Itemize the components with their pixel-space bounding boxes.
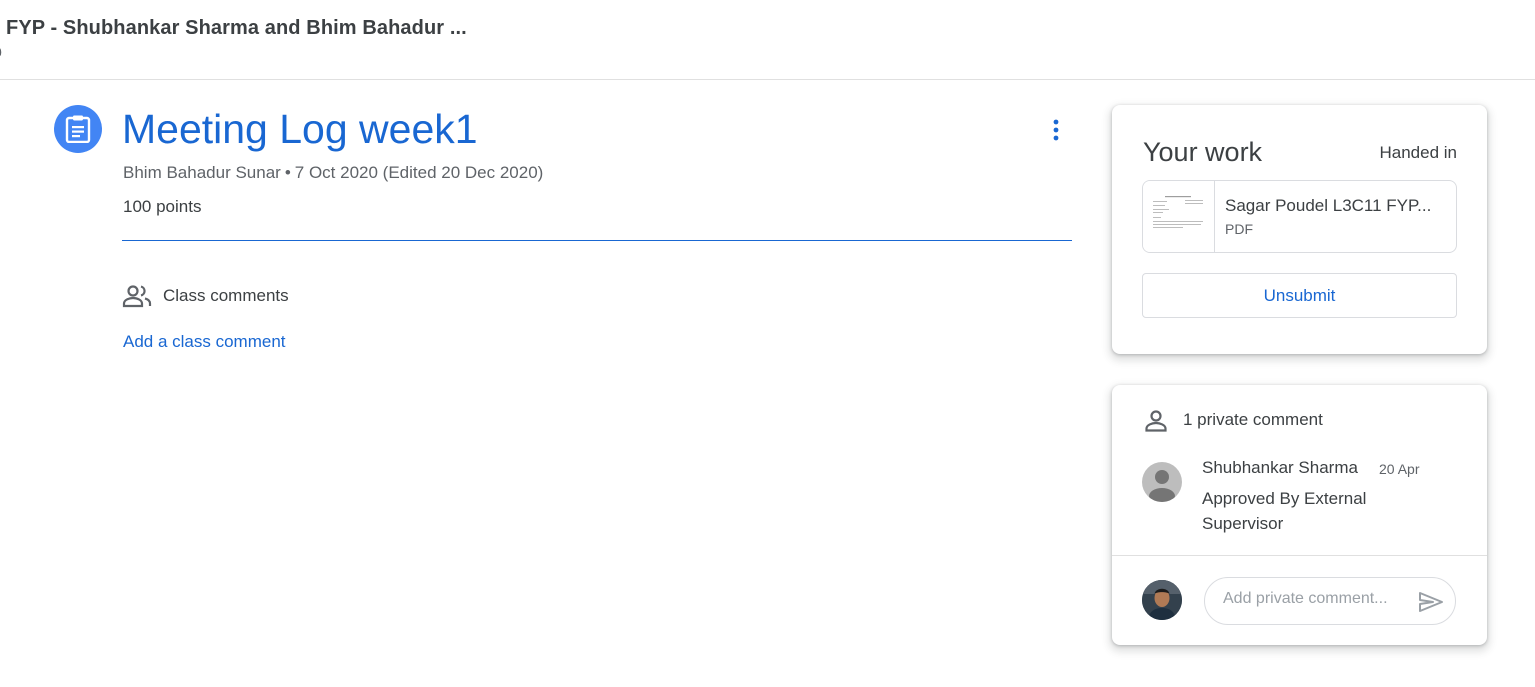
header-divider — [122, 240, 1072, 241]
comment-text: Approved By External Supervisor — [1202, 489, 1367, 533]
course-subtitle: 0 — [0, 44, 2, 60]
assignment-title: Meeting Log week1 — [122, 106, 478, 152]
attachment-name: Sagar Poudel L3C11 FYP... — [1225, 196, 1432, 215]
more-vert-icon — [1053, 119, 1059, 141]
private-comments-card: 1 private comment Shubhankar Sharma 20 A… — [1112, 385, 1487, 645]
your-work-title: Your work — [1143, 137, 1263, 167]
assignment-date: 7 Oct 2020 (Edited 20 Dec 2020) — [294, 163, 544, 182]
assignment-icon — [54, 105, 102, 153]
comment-date: 20 Apr — [1379, 461, 1420, 477]
comment-author: Shubhankar Sharma — [1202, 458, 1358, 477]
submission-status: Handed in — [1379, 143, 1457, 162]
course-title[interactable]: FYP - Shubhankar Sharma and Bhim Bahadur… — [6, 17, 467, 40]
attachment-type: PDF — [1225, 221, 1253, 237]
meta-separator: • — [284, 163, 291, 182]
private-comment-input[interactable] — [1223, 590, 1413, 608]
top-bar: FYP - Shubhankar Sharma and Bhim Bahadur… — [0, 0, 1535, 80]
pdf-thumbnail — [1143, 181, 1215, 252]
people-icon — [122, 284, 152, 313]
assignment-points: 100 points — [123, 197, 202, 216]
send-button[interactable] — [1417, 588, 1445, 616]
attachment-card[interactable]: Sagar Poudel L3C11 FYP... PDF — [1142, 180, 1457, 253]
add-class-comment-link[interactable]: Add a class comment — [123, 332, 286, 352]
person-icon — [1144, 409, 1168, 438]
your-work-card: Your work Handed in Sagar Poudel L3C11 F… — [1112, 105, 1487, 354]
assignment-author: Bhim Bahadur Sunar — [123, 163, 281, 182]
more-options-button[interactable] — [1040, 114, 1072, 146]
avatar — [1142, 462, 1182, 502]
assignment-meta: Bhim Bahadur Sunar • 7 Oct 2020 (Edited 20… — [123, 163, 543, 183]
private-comment-field — [1204, 577, 1456, 625]
unsubmit-button[interactable]: Unsubmit — [1142, 273, 1457, 318]
send-icon — [1419, 592, 1443, 612]
private-comments-label: 1 private comment — [1183, 410, 1323, 429]
class-comments-label: Class comments — [163, 286, 289, 305]
user-avatar[interactable] — [1142, 580, 1182, 620]
comment-divider — [1112, 555, 1487, 556]
